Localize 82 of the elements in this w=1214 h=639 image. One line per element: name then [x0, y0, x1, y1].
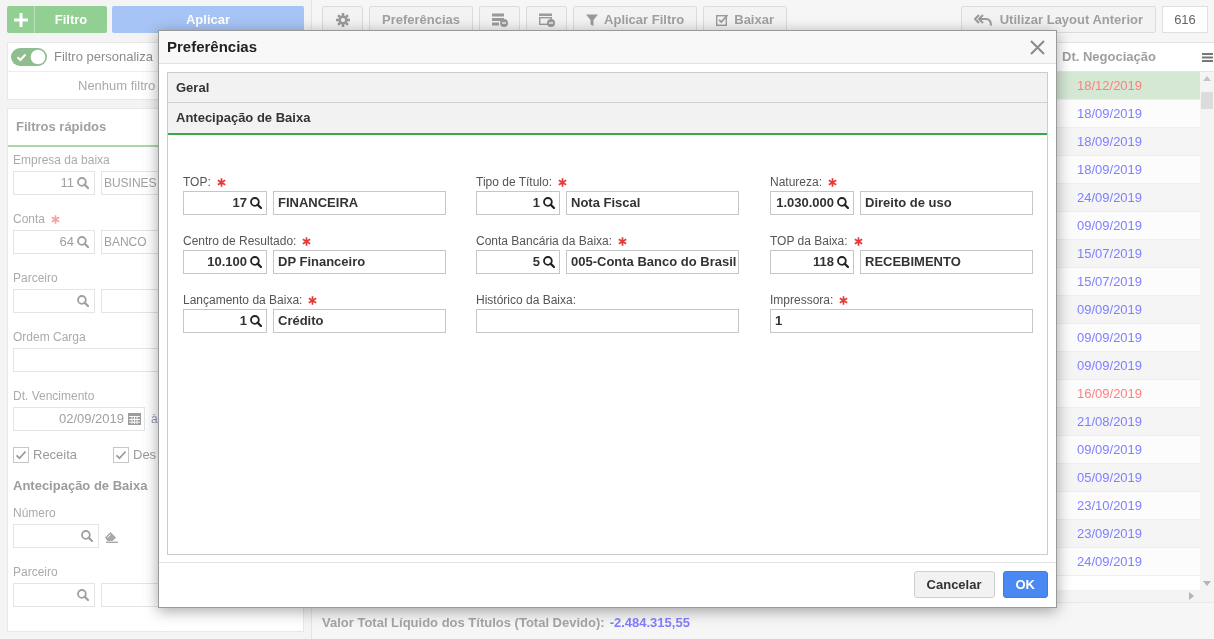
vertical-scrollbar[interactable]	[1200, 72, 1214, 590]
field-label: Conta Bancária da Baixa:	[476, 234, 613, 249]
section-heading: Antecipação de Baixa	[13, 477, 148, 496]
scroll-up-icon[interactable]	[1203, 76, 1211, 81]
field-label: Parceiro	[13, 271, 58, 286]
name-input[interactable]: Nota Fiscal	[566, 191, 739, 215]
toggle-label: Filtro personaliza	[54, 48, 153, 67]
text-input[interactable]: 1	[770, 309, 1033, 333]
name-input[interactable]: RECEBIMENTO	[860, 250, 1033, 274]
code-input[interactable]: 5	[476, 250, 560, 274]
field-label: Natureza:	[770, 175, 823, 190]
checkbox[interactable]	[13, 447, 29, 463]
double-arrow-icon	[973, 13, 992, 26]
field-label: Tipo de Título:	[476, 175, 553, 190]
name-input[interactable]: Direito de uso	[860, 191, 1033, 215]
check-square-icon	[716, 13, 729, 26]
empty-filter-text: Nenhum filtro	[78, 76, 156, 95]
checkbox[interactable]	[113, 447, 129, 463]
plus-icon	[13, 12, 28, 27]
table-minus-icon	[491, 12, 508, 27]
code-input[interactable]: 1.030.000	[770, 191, 854, 215]
ok-button[interactable]: OK	[1002, 571, 1048, 598]
search-icon[interactable]	[837, 197, 849, 209]
name-input[interactable]: DP Financeiro	[273, 250, 446, 274]
field-label: Centro de Resultado:	[183, 234, 297, 249]
column-header[interactable]: Dt. Negociação	[1062, 47, 1156, 67]
total-label: Valor Total Líquido dos Títulos (Total Devido):	[322, 614, 605, 633]
search-input[interactable]	[13, 524, 99, 548]
panel-title: Filtros rápidos	[16, 118, 107, 137]
code-input[interactable]: 10.100	[183, 250, 267, 274]
field-label: Histórico da Baixa:	[476, 293, 577, 308]
menu-icon[interactable]	[1201, 52, 1213, 62]
cancel-button[interactable]: Cancelar	[913, 571, 995, 598]
field-label: Dt. Vencimento	[13, 389, 95, 404]
scroll-down-icon[interactable]	[1203, 581, 1211, 586]
scrollbar-thumb[interactable]	[1201, 92, 1213, 109]
panel-minus-icon	[538, 12, 555, 27]
eraser-icon[interactable]	[104, 529, 118, 543]
calendar-icon[interactable]	[128, 413, 141, 425]
name-input[interactable]: Crédito	[273, 309, 446, 333]
field-label: Ordem Carga	[13, 330, 86, 345]
add-filter-button[interactable]: Filtro	[7, 6, 107, 33]
code-input[interactable]	[13, 289, 95, 313]
code-input[interactable]: 11	[13, 171, 95, 195]
code-input[interactable]: 17	[183, 191, 267, 215]
code-input[interactable]: 1	[476, 191, 560, 215]
gear-icon	[335, 12, 350, 27]
scroll-right-icon[interactable]	[1189, 592, 1194, 600]
checkbox-label: Receita	[33, 446, 78, 465]
field-label: Número	[13, 506, 56, 521]
name-input[interactable]: FINANCEIRA	[273, 191, 446, 215]
name-input[interactable]: 005-Conta Banco do Brasil	[566, 250, 739, 274]
search-icon[interactable]	[250, 315, 262, 327]
record-count: 616	[1162, 6, 1208, 33]
search-icon[interactable]	[837, 256, 849, 268]
text-input[interactable]	[476, 309, 739, 333]
code-input[interactable]: 118	[770, 250, 854, 274]
section-header[interactable]: Geral	[168, 73, 1047, 103]
code-input[interactable]: 64	[13, 230, 95, 254]
field-label: Impressora:	[770, 293, 834, 308]
field-label: Conta	[13, 212, 46, 227]
field-label: TOP da Baixa:	[770, 234, 848, 249]
field-label: TOP:	[183, 175, 211, 190]
close-icon[interactable]	[1030, 39, 1045, 55]
toggle-switch[interactable]	[11, 48, 47, 66]
date-input[interactable]: 02/09/2019	[13, 407, 145, 431]
range-separator: à	[151, 411, 158, 428]
layout-button[interactable]: Utilizar Layout Anterior	[960, 6, 1156, 33]
field-label: Lançamento da Baixa:	[183, 293, 303, 308]
search-icon[interactable]	[250, 197, 262, 209]
total-value: -2.484.315,55	[609, 614, 690, 633]
search-icon[interactable]	[543, 256, 555, 268]
code-input[interactable]: 1	[183, 309, 267, 333]
search-icon[interactable]	[250, 256, 262, 268]
code-input[interactable]	[13, 583, 95, 607]
field-label: Empresa da baixa	[13, 153, 110, 168]
field-label: Parceiro	[13, 565, 58, 580]
search-icon[interactable]	[543, 197, 555, 209]
filter-icon	[586, 13, 599, 26]
dialog-title: Preferências	[167, 36, 258, 57]
section-header[interactable]: Antecipação de Baixa	[168, 103, 1047, 135]
checkbox-label: Des	[133, 446, 157, 465]
